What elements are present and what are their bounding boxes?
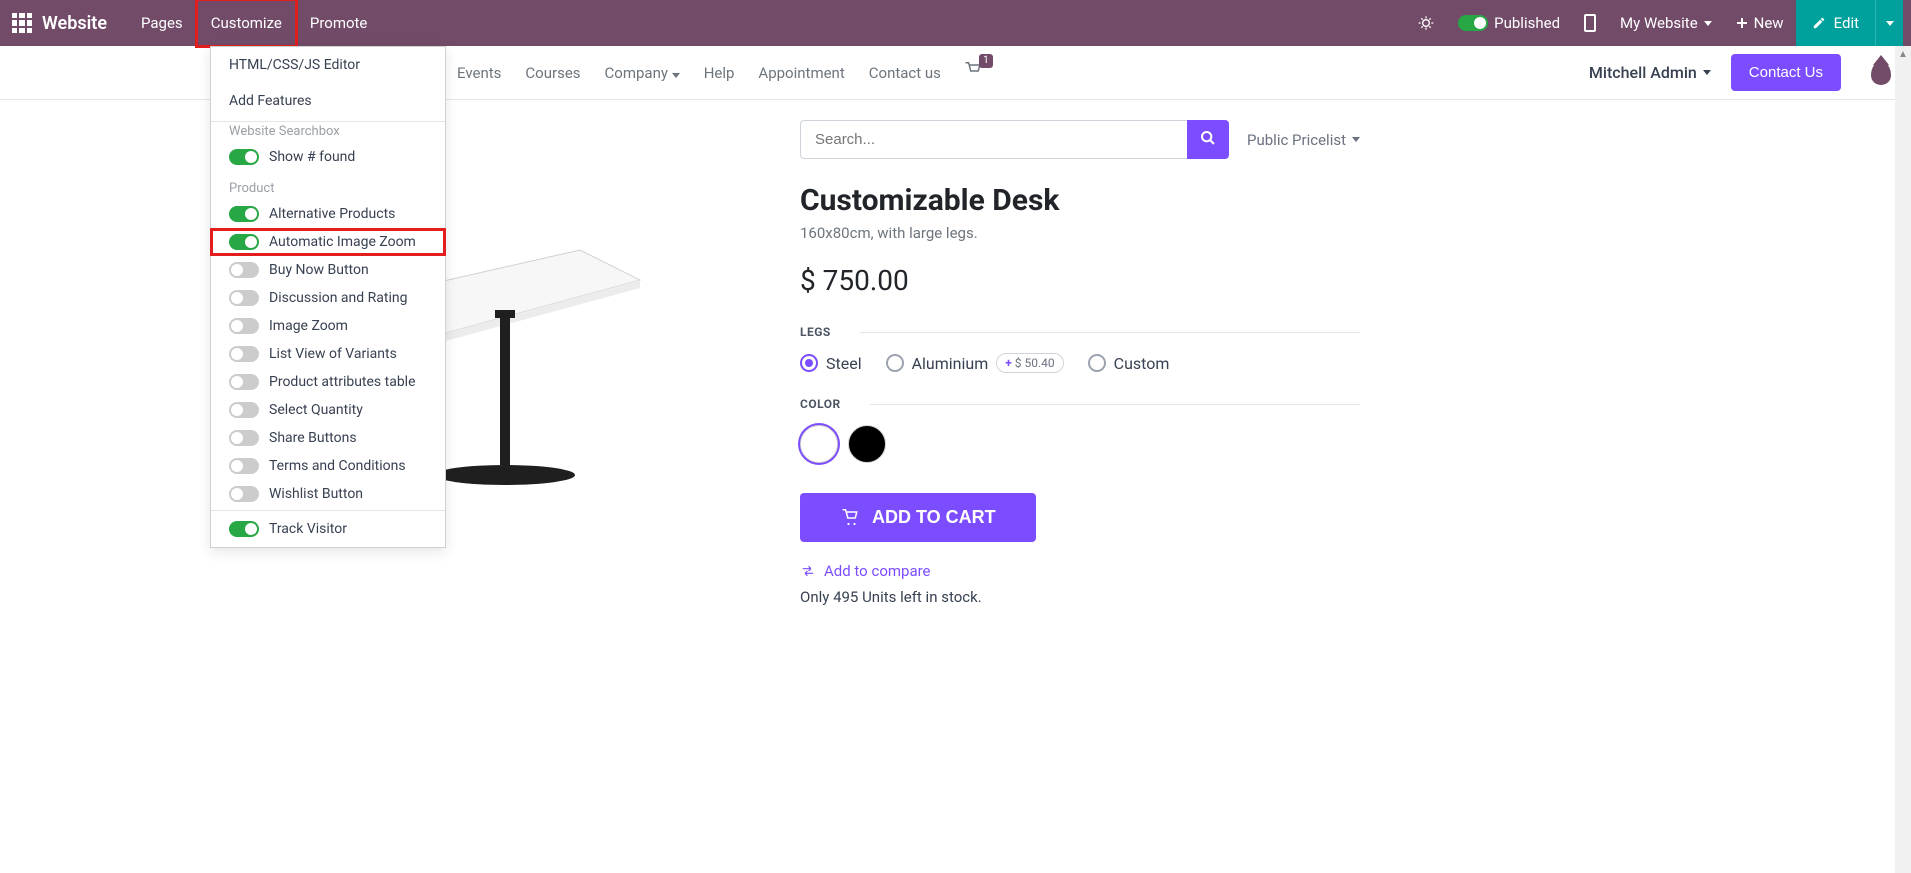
top-bar: Website Pages Customize Promote Publishe… <box>0 0 1911 46</box>
brand-title: Website <box>42 13 107 34</box>
chevron-down-icon <box>1703 70 1711 75</box>
dd-alternative-products[interactable]: Alternative Products <box>211 200 445 228</box>
color-white[interactable] <box>800 425 838 463</box>
dd-discussion-rating[interactable]: Discussion and Rating <box>211 284 445 312</box>
add-to-cart-button[interactable]: ADD TO CART <box>800 493 1036 542</box>
compare-icon <box>800 564 816 578</box>
product-details: Public Pricelist Customizable Desk 160x8… <box>800 120 1360 606</box>
dd-list-view-variants[interactable]: List View of Variants <box>211 340 445 368</box>
search-button[interactable] <box>1187 120 1229 159</box>
chevron-down-icon <box>672 73 680 78</box>
radio-icon <box>1088 354 1106 372</box>
odoo-drop-icon[interactable] <box>1871 61 1891 85</box>
color-label: COLOR <box>800 397 1360 411</box>
menu-promote[interactable]: Promote <box>296 0 382 46</box>
nav-events[interactable]: Events <box>445 64 513 82</box>
contact-us-button[interactable]: Contact Us <box>1731 54 1841 91</box>
legs-aluminium[interactable]: Aluminium+$ 50.40 <box>886 353 1064 373</box>
radio-checked-icon <box>800 354 818 372</box>
dd-section-product: Product <box>211 171 445 200</box>
dd-section-searchbox: Website Searchbox <box>211 121 445 143</box>
cart-badge: 1 <box>979 54 993 68</box>
toggle-on-icon <box>229 149 259 165</box>
menu-customize[interactable]: Customize <box>197 0 296 46</box>
cart-icon[interactable]: 1 <box>963 62 983 84</box>
legs-custom[interactable]: Custom <box>1088 354 1170 373</box>
dd-add-features[interactable]: Add Features <box>211 83 445 119</box>
dd-show-found[interactable]: Show # found <box>211 143 445 171</box>
chevron-down-icon <box>1352 137 1360 142</box>
legs-steel[interactable]: Steel <box>800 354 862 373</box>
new-button[interactable]: New <box>1724 0 1796 46</box>
nav-courses[interactable]: Courses <box>513 64 592 82</box>
legs-label: LEGS <box>800 325 1360 339</box>
dd-terms-conditions[interactable]: Terms and Conditions <box>211 452 445 480</box>
product-title: Customizable Desk <box>800 183 1360 218</box>
product-subtitle: 160x80cm, with large legs. <box>800 224 1360 242</box>
published-switch-icon <box>1458 15 1488 31</box>
search-icon <box>1200 130 1216 146</box>
mobile-preview-icon[interactable] <box>1572 0 1608 46</box>
add-to-compare[interactable]: Add to compare <box>800 562 1360 580</box>
nav-contact-us[interactable]: Contact us <box>857 64 953 82</box>
nav-appointment[interactable]: Appointment <box>746 64 856 82</box>
product-price: $ 750.00 <box>800 264 1360 297</box>
dd-html-editor[interactable]: HTML/CSS/JS Editor <box>211 47 445 83</box>
dd-wishlist-button[interactable]: Wishlist Button <box>211 480 445 508</box>
legs-options: Steel Aluminium+$ 50.40 Custom <box>800 353 1360 373</box>
bug-icon[interactable] <box>1406 0 1446 46</box>
my-website-selector[interactable]: My Website <box>1608 0 1724 46</box>
cart-icon <box>840 509 860 527</box>
dd-image-zoom[interactable]: Image Zoom <box>211 312 445 340</box>
edit-button[interactable]: Edit <box>1796 0 1875 46</box>
user-menu[interactable]: Mitchell Admin <box>1589 63 1711 82</box>
search-box <box>800 120 1229 159</box>
radio-icon <box>886 354 904 372</box>
chevron-down-icon <box>1704 21 1712 26</box>
stock-text: Only 495 Units left in stock. <box>800 588 1360 606</box>
nav-help[interactable]: Help <box>692 64 747 82</box>
published-label: Published <box>1494 14 1560 32</box>
apps-icon[interactable] <box>12 13 32 33</box>
menu-pages[interactable]: Pages <box>127 0 197 46</box>
dd-share-buttons[interactable]: Share Buttons <box>211 424 445 452</box>
pricelist-selector[interactable]: Public Pricelist <box>1247 131 1360 149</box>
dd-buy-now[interactable]: Buy Now Button <box>211 256 445 284</box>
edit-dropdown-caret[interactable] <box>1875 0 1903 46</box>
customize-dropdown: HTML/CSS/JS Editor Add Features Website … <box>210 46 446 548</box>
dd-select-quantity[interactable]: Select Quantity <box>211 396 445 424</box>
search-input[interactable] <box>800 120 1187 159</box>
vertical-scrollbar[interactable]: ▲ <box>1895 46 1911 873</box>
scroll-up-icon: ▲ <box>1895 46 1911 62</box>
nav-company[interactable]: Company <box>593 64 692 82</box>
aluminium-price-pill: +$ 50.40 <box>996 353 1063 373</box>
published-toggle[interactable]: Published <box>1446 0 1572 46</box>
dd-automatic-image-zoom[interactable]: Automatic Image Zoom <box>210 228 446 256</box>
color-black[interactable] <box>848 425 886 463</box>
dd-product-attr-table[interactable]: Product attributes table <box>211 368 445 396</box>
color-options <box>800 425 1360 463</box>
dd-track-visitor[interactable]: Track Visitor <box>211 510 445 547</box>
